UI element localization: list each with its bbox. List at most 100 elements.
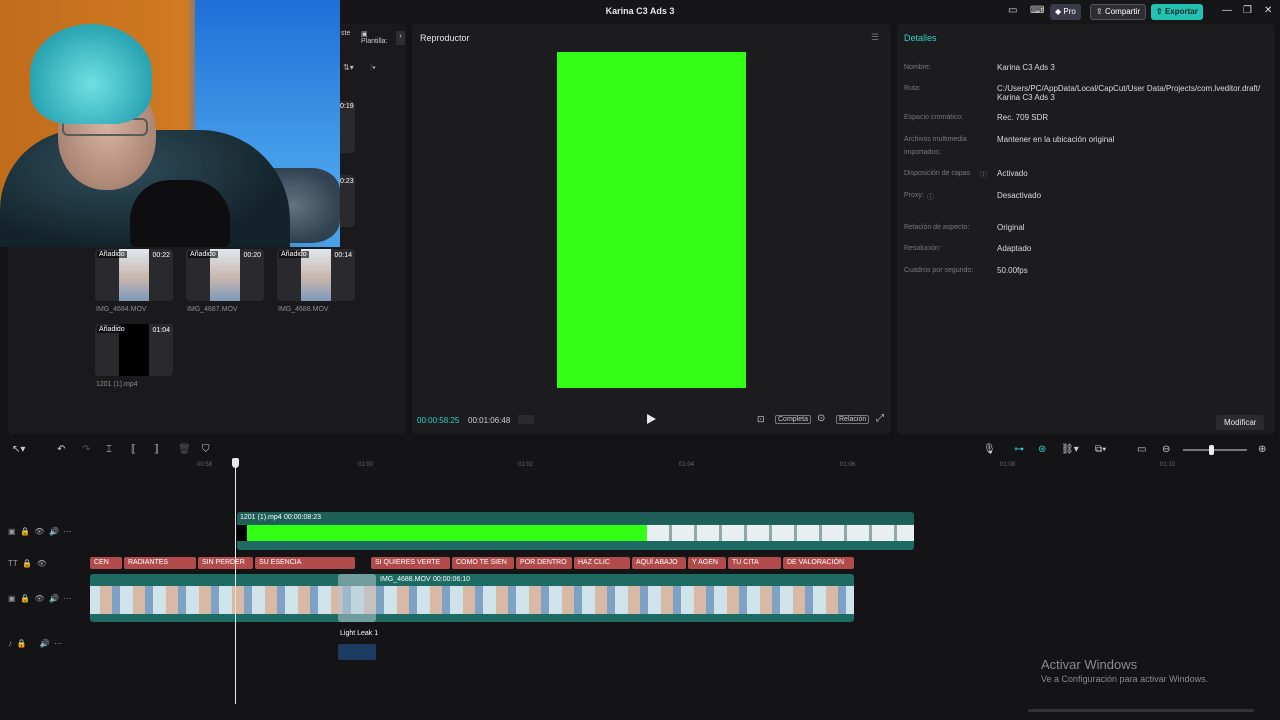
added-badge: Añadido: [97, 251, 127, 258]
clip-duration: 00:00:08:23: [284, 514, 321, 521]
text-clip[interactable]: TU CITA: [728, 557, 781, 569]
thumb-duration: 0:23: [340, 178, 354, 185]
text-clip[interactable]: RADIANTES: [124, 557, 196, 569]
tab-partial[interactable]: ste: [341, 30, 350, 37]
filter-icon[interactable]: ⫶▾: [370, 63, 376, 73]
share-icon: ⇪: [1096, 7, 1105, 16]
media-thumb-1[interactable]: Añadido 00:22: [95, 249, 173, 301]
main-video-clip[interactable]: [90, 574, 854, 622]
detail-value: Desactivado: [997, 191, 1042, 200]
media-thumb-partial-2[interactable]: 0:23: [340, 175, 355, 227]
current-time: 00:00:58:25: [417, 416, 460, 425]
text-clip[interactable]: AQUÍ ABAJO: [632, 557, 686, 569]
minimize-icon[interactable]: —: [1222, 5, 1232, 16]
text-clip[interactable]: SIN PERDER: [198, 557, 253, 569]
split-right-icon[interactable]: ⟧: [154, 444, 159, 455]
split-icon[interactable]: ⌶: [106, 444, 112, 455]
tab-templates-label: Plantilla:: [361, 38, 388, 45]
magnet-link-icon[interactable]: ⊶: [1014, 444, 1024, 455]
full-quality-button[interactable]: Completa: [775, 415, 811, 424]
menu-icon[interactable]: ☰: [871, 32, 879, 43]
clip-name: 1201 (1).mp4: [240, 514, 282, 521]
zoom-slider[interactable]: [1183, 449, 1247, 451]
transition-effect[interactable]: [338, 574, 376, 622]
share-button[interactable]: ⇪ Compartir: [1090, 4, 1147, 20]
detail-label: Disposición de capas: [904, 170, 971, 177]
info-icon[interactable]: ⓘ: [980, 170, 987, 180]
pro-button[interactable]: ◆ Pro: [1050, 4, 1081, 20]
overlay-video-clip[interactable]: [237, 512, 914, 550]
snap-icon[interactable]: ⊛: [1038, 444, 1046, 455]
zoom-out-icon[interactable]: ⊖: [1162, 444, 1170, 455]
track-controls-audio[interactable]: ♪ 🔒 🔊 ⋯: [8, 639, 62, 648]
layout-icon[interactable]: ▭: [1008, 5, 1017, 16]
media-thumb-3[interactable]: Añadido 00:14: [277, 249, 355, 301]
media-thumb-partial-1[interactable]: 0:19: [340, 101, 355, 153]
shield-icon[interactable]: ⛉: [202, 444, 210, 455]
playhead[interactable]: [235, 459, 236, 704]
preview-axis-icon[interactable]: ⧉▾: [1095, 444, 1106, 455]
text-clip[interactable]: SI QUIERES VERTE: [371, 557, 450, 569]
preview-canvas[interactable]: [557, 52, 746, 388]
info-icon[interactable]: ⓘ: [927, 192, 934, 202]
split-left-icon[interactable]: ⟦: [131, 444, 136, 455]
fullscreen-icon[interactable]: ⤢: [876, 413, 884, 424]
added-badge: Añadido: [279, 251, 309, 258]
export-icon: ⇧: [1156, 7, 1165, 16]
zoom-fit-icon[interactable]: ⊙: [817, 413, 825, 424]
undo-icon[interactable]: ↶: [57, 444, 65, 455]
effect-waveform[interactable]: [338, 644, 376, 660]
track-controls-overlay[interactable]: ▣ 🔒 👁 🔊 ⋯: [8, 527, 71, 536]
text-clip[interactable]: POR DENTRO: [516, 557, 572, 569]
text-clip[interactable]: SU ESENCIA: [255, 557, 355, 569]
text-clip[interactable]: COMO TE SIEN: [452, 557, 514, 569]
chevron-right-icon[interactable]: ›: [396, 31, 405, 45]
keyboard-icon[interactable]: ⌨: [1030, 5, 1044, 16]
pro-label: Pro: [1063, 7, 1076, 16]
playhead-handle[interactable]: [232, 458, 239, 468]
media-thumb-4[interactable]: Añadido 01:04: [95, 324, 173, 376]
crop-icon[interactable]: ⊡: [757, 414, 765, 425]
microphone-icon[interactable]: 🎙: [983, 444, 996, 455]
caption-icon[interactable]: ▭: [1137, 444, 1146, 455]
detail-value: Original: [997, 223, 1025, 232]
text-clip[interactable]: HAZ CLIC: [574, 557, 630, 569]
close-icon[interactable]: ✕: [1264, 5, 1272, 16]
thumb-name: IMG_4687.MOV: [187, 306, 238, 313]
link-icon[interactable]: ⛓▾: [1061, 444, 1079, 455]
clip-frames: [647, 525, 914, 541]
sort-icon[interactable]: ⇅▾: [343, 63, 354, 72]
clip-black-frame: [237, 525, 247, 541]
detail-label: Cuadros por segundo:: [904, 267, 974, 274]
redo-icon[interactable]: ↷: [82, 444, 90, 455]
text-clip[interactable]: DE VALORACIÓN: [783, 557, 854, 569]
track-controls-main[interactable]: ▣ 🔒 👁 🔊 ⋯: [8, 594, 71, 603]
media-thumb-2[interactable]: Añadido 00:20: [186, 249, 264, 301]
horizontal-scrollbar[interactable]: [1028, 709, 1254, 712]
added-badge: Añadido: [97, 326, 127, 333]
ruler-label: 01:00: [358, 462, 374, 468]
tab-templates[interactable]: ▣ Plantilla:: [361, 30, 387, 45]
thumb-name: 1201 (1).mp4: [96, 381, 138, 388]
timecode-toggle[interactable]: [518, 415, 534, 424]
detail-value: 50.00fps: [997, 266, 1028, 275]
zoom-in-icon[interactable]: ⊕: [1258, 444, 1266, 455]
play-icon[interactable]: [647, 414, 656, 424]
effect-label: Light Leak 1: [340, 630, 379, 637]
maximize-icon[interactable]: ❐: [1243, 5, 1252, 16]
export-button[interactable]: ⇧ Exportar: [1151, 4, 1203, 20]
ruler-label: 01:06: [840, 462, 856, 468]
select-tool-icon[interactable]: ↖▾: [12, 444, 25, 455]
text-clip[interactable]: Y AGEN: [688, 557, 726, 569]
detail-value: Adaptado: [997, 244, 1032, 253]
text-clip[interactable]: CEN: [90, 557, 122, 569]
zoom-slider-handle[interactable]: [1209, 445, 1214, 455]
track-controls-text[interactable]: TT 🔒 👁: [8, 559, 47, 568]
added-badge: Añadido: [188, 251, 218, 258]
export-label: Exportar: [1164, 7, 1198, 16]
thumb-duration: 00:22: [152, 252, 170, 259]
delete-icon[interactable]: 🗑: [178, 444, 191, 455]
activation-watermark-title: Activar Windows: [1041, 657, 1138, 672]
modify-button[interactable]: Modificar: [1216, 415, 1265, 430]
aspect-ratio-button[interactable]: Relación: [836, 415, 870, 424]
